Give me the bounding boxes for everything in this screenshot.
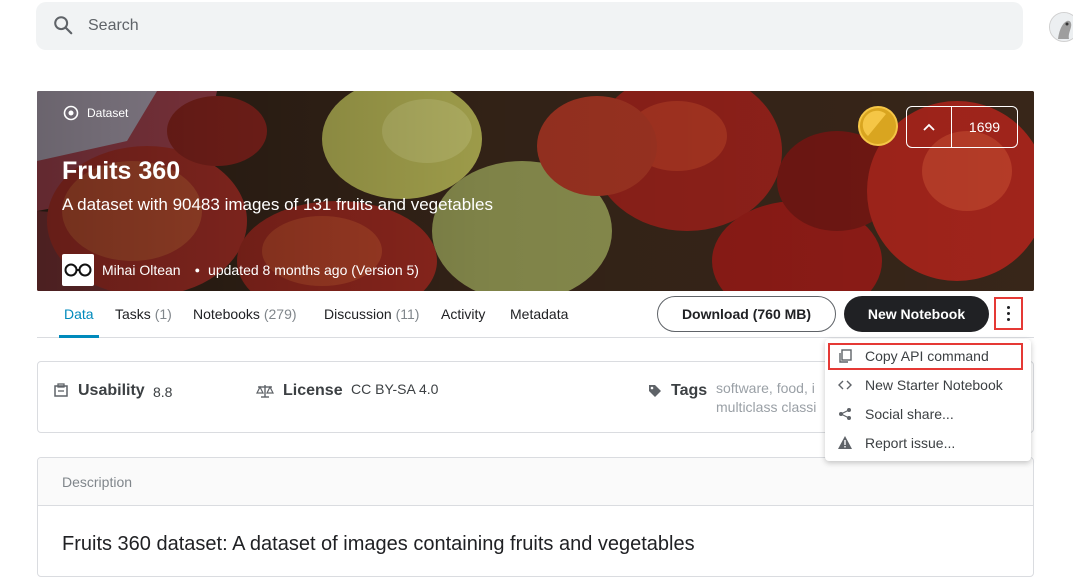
usability-value: 8.8 <box>153 384 173 400</box>
tab-tasks[interactable]: Tasks (1) <box>115 306 172 322</box>
avatar-icon <box>1050 13 1073 41</box>
dataset-type-text: Dataset <box>87 106 129 120</box>
tab-count: (1) <box>154 306 172 322</box>
license-label: License <box>283 382 343 399</box>
warning-icon <box>837 435 853 451</box>
dataset-subtitle: A dataset with 90483 images of 131 fruit… <box>62 195 493 214</box>
tags-list[interactable]: software, food, i multiclass classi <box>716 379 816 417</box>
tab-count: (11) <box>395 306 420 322</box>
tags-line: software, food, i <box>716 380 815 396</box>
tab-activity[interactable]: Activity <box>441 306 485 322</box>
search-bar[interactable]: Search <box>36 2 1023 50</box>
dataset-title: Fruits 360 <box>62 157 181 185</box>
menu-item-report-issue[interactable]: Report issue... <box>825 428 1031 457</box>
chevron-up-icon <box>923 123 935 131</box>
tab-notebooks[interactable]: Notebooks (279) <box>193 306 297 322</box>
description-card: Description Fruits 360 dataset: A datase… <box>37 457 1034 577</box>
description-heading: Fruits 360 dataset: A dataset of images … <box>62 533 695 555</box>
share-icon <box>837 406 853 422</box>
owner-avatar[interactable] <box>62 254 94 286</box>
usability-icon <box>54 383 68 397</box>
kebab-dot <box>1007 306 1010 309</box>
menu-item-label: Report issue... <box>865 434 956 451</box>
active-tab-indicator <box>59 335 99 338</box>
tags-label: Tags <box>671 382 708 399</box>
highlight-box <box>828 343 1023 370</box>
tab-label: Activity <box>441 306 486 322</box>
more-options-menu: Copy API command New Starter Notebook So… <box>825 339 1031 461</box>
tags-line: multiclass classi <box>716 399 817 415</box>
tab-label: Metadata <box>510 306 569 322</box>
search-input[interactable]: Search <box>88 17 139 35</box>
user-avatar[interactable] <box>1049 12 1073 42</box>
upvote-button[interactable] <box>907 107 952 147</box>
code-icon <box>837 377 853 393</box>
gold-medal-icon <box>858 106 898 146</box>
tab-label: Tasks <box>115 306 151 322</box>
usability-label: Usability <box>78 382 145 399</box>
description-header: Description <box>38 458 1033 506</box>
dataset-hero: Dataset Fruits 360 A dataset with 90483 … <box>37 91 1034 291</box>
tab-count: (279) <box>263 306 297 322</box>
new-notebook-button[interactable]: New Notebook <box>844 296 989 332</box>
tab-label: Notebooks <box>193 306 260 322</box>
dataset-type-label: Dataset <box>63 105 128 121</box>
vote-count: 1699 <box>968 119 1001 135</box>
more-options-button[interactable] <box>994 297 1023 330</box>
dataset-tabs: Data Tasks (1) Notebooks (279) Discussio… <box>37 291 1034 338</box>
scale-icon <box>256 385 274 398</box>
tab-metadata[interactable]: Metadata <box>510 306 568 322</box>
dataset-icon <box>63 105 79 121</box>
menu-item-label: New Starter Notebook <box>865 376 1003 393</box>
menu-item-label: Social share... <box>865 405 954 422</box>
glasses-icon <box>64 263 92 277</box>
separator-dot: ● <box>194 265 201 275</box>
menu-item-new-starter-notebook[interactable]: New Starter Notebook <box>825 370 1031 399</box>
tab-label: Data <box>64 306 94 322</box>
owner-name[interactable]: Mihai Oltean <box>102 262 181 278</box>
tab-label: Discussion <box>324 306 392 322</box>
download-button[interactable]: Download (760 MB) <box>657 296 836 332</box>
dataset-owner: Mihai Oltean ● updated 8 months ago (Ver… <box>62 254 419 286</box>
updated-text: updated 8 months ago (Version 5) <box>208 262 419 278</box>
license-value[interactable]: CC BY-SA 4.0 <box>351 381 438 397</box>
upvote-widget[interactable]: 1699 <box>906 106 1018 148</box>
menu-item-social-share[interactable]: Social share... <box>825 399 1031 428</box>
tab-discussion[interactable]: Discussion (11) <box>324 306 419 322</box>
kebab-dot <box>1007 318 1010 321</box>
tag-icon <box>649 385 661 397</box>
kebab-dot <box>1007 312 1010 315</box>
tab-data[interactable]: Data <box>64 306 94 322</box>
search-icon <box>54 16 73 35</box>
